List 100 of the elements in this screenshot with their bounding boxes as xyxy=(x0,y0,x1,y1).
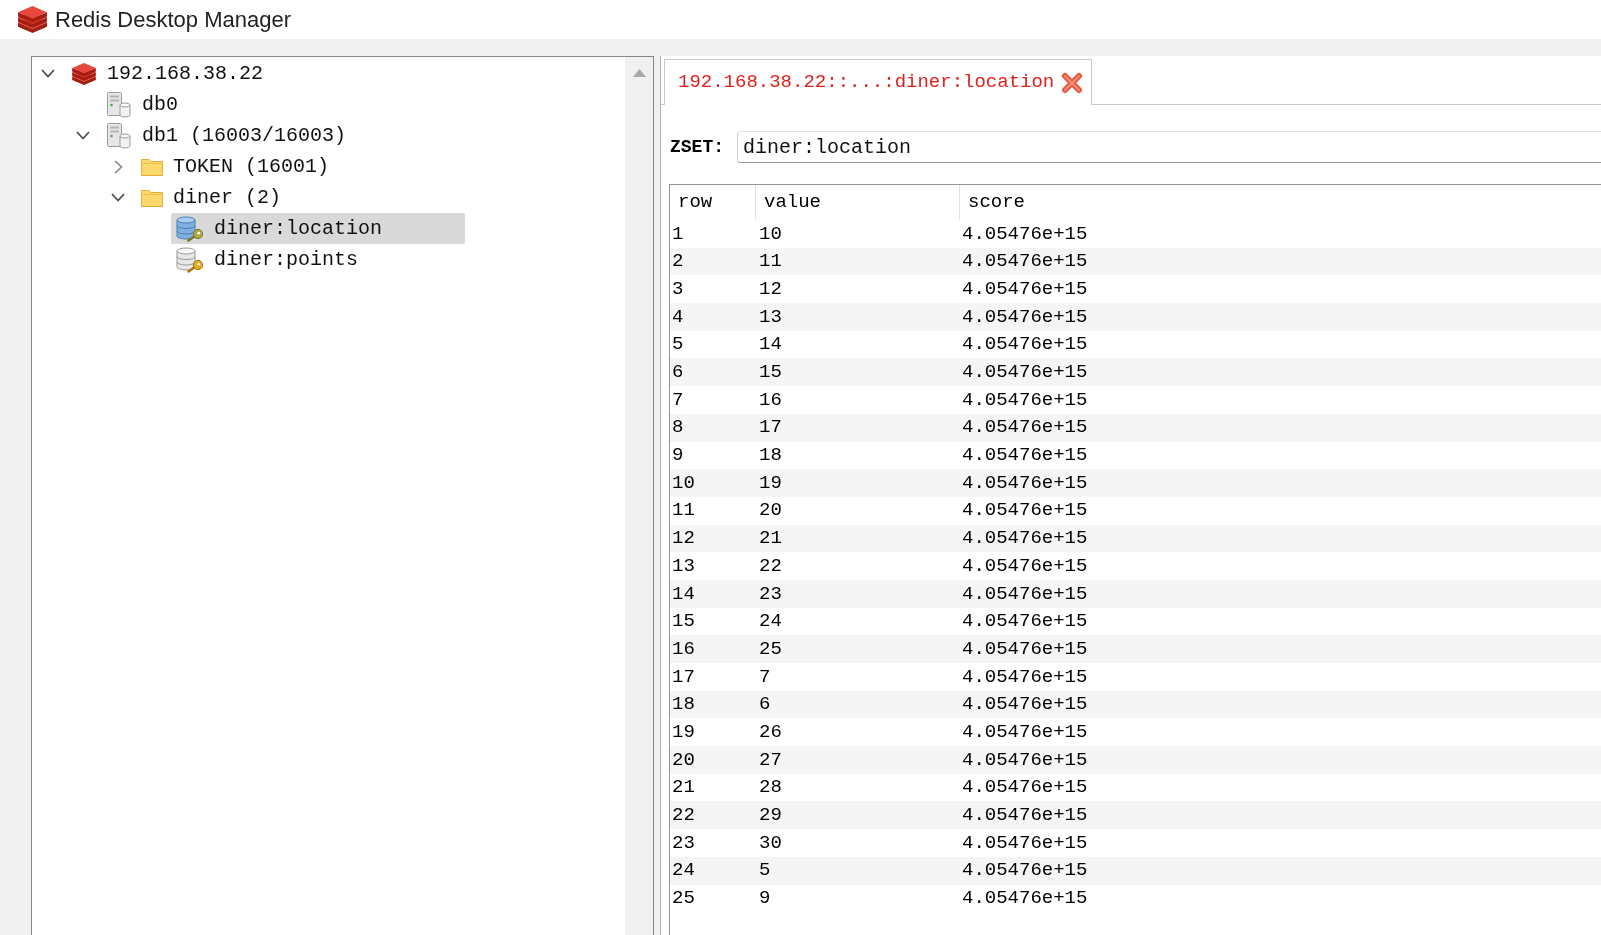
table-cell-text: 4.05476e+15 xyxy=(961,830,1089,856)
table-cell-text: 6 xyxy=(671,360,685,386)
table-cell-text: 4 xyxy=(671,304,685,330)
close-icon[interactable] xyxy=(1061,71,1084,94)
table-cell-text: 11 xyxy=(758,249,783,275)
database-key-icon xyxy=(176,246,204,273)
database-key-icon xyxy=(176,215,204,242)
table-cell-text: 16 xyxy=(758,387,783,413)
table-cell-text: 14 xyxy=(671,581,696,607)
table-cell-text: 16 xyxy=(671,636,696,662)
key-type-label: ZSET: xyxy=(670,135,724,159)
table-cell-text: 4.05476e+15 xyxy=(961,636,1089,662)
table-cell-text: 2 xyxy=(671,249,685,275)
table-cell-text: 4.05476e+15 xyxy=(961,360,1089,386)
vertical-scrollbar[interactable] xyxy=(625,57,653,935)
table-cell-text: 21 xyxy=(671,775,696,801)
table-cell-text: 23 xyxy=(671,830,696,856)
table-cell-text: 4.05476e+15 xyxy=(961,858,1089,884)
table-cell-text: 25 xyxy=(758,636,783,662)
scroll-up-icon[interactable] xyxy=(632,69,646,77)
table-cell-text: 17 xyxy=(758,415,783,441)
tree-item[interactable]: diner (2) xyxy=(136,182,465,213)
table-cell-text: 19 xyxy=(671,719,696,745)
table-cell-text: 28 xyxy=(758,775,783,801)
table-cell-text: 4.05476e+15 xyxy=(961,886,1089,912)
key-name-field[interactable]: diner:location xyxy=(737,131,1601,163)
server-icon xyxy=(106,91,132,118)
table-cell-text: 4.05476e+15 xyxy=(961,304,1089,330)
table-cell-text: 3 xyxy=(671,276,685,302)
table-cell-text: 13 xyxy=(758,304,783,330)
table-cell-text: 21 xyxy=(758,526,783,552)
table-cell-text: 30 xyxy=(758,830,783,856)
table-cell-text: 20 xyxy=(671,747,696,773)
cube-stack-icon xyxy=(71,62,97,85)
column-header: score xyxy=(967,190,1026,216)
table-cell-text: 19 xyxy=(758,470,783,496)
tab[interactable]: 192.168.38.22::...:diner:location xyxy=(664,59,1093,105)
folder-icon xyxy=(141,188,163,207)
table-cell-text: 4.05476e+15 xyxy=(961,387,1089,413)
table-cell-text: 29 xyxy=(758,803,783,829)
table-cell-text: 9 xyxy=(671,443,685,469)
table-cell-text: 18 xyxy=(758,443,783,469)
table-cell-text: 11 xyxy=(671,498,696,524)
table-cell-text: 5 xyxy=(758,858,772,884)
table-cell-text: 8 xyxy=(671,415,685,441)
table-cell-text: 12 xyxy=(671,526,696,552)
chevron-down-icon[interactable] xyxy=(76,131,90,140)
folder-icon xyxy=(141,157,163,176)
table-cell-text: 18 xyxy=(671,692,696,718)
table-cell-text: 17 xyxy=(671,664,696,690)
table-cell-text: 4.05476e+15 xyxy=(961,609,1089,635)
table-cell-text: 14 xyxy=(758,332,783,358)
table-cell-text: 12 xyxy=(758,276,783,302)
table-cell-text: 26 xyxy=(758,719,783,745)
window-title: Redis Desktop Manager xyxy=(55,6,291,34)
chevron-right-icon[interactable] xyxy=(113,159,123,174)
table-cell-text: 4.05476e+15 xyxy=(961,221,1089,247)
table-cell-text: 4.05476e+15 xyxy=(961,664,1089,690)
table-cell-text: 24 xyxy=(758,609,783,635)
tree-item[interactable]: TOKEN (16001) xyxy=(136,151,465,182)
table-cell-text: 4.05476e+15 xyxy=(961,443,1089,469)
cube-stack-icon xyxy=(18,6,47,33)
table-cell-text: 4.05476e+15 xyxy=(961,470,1089,496)
table-cell-text: 10 xyxy=(758,221,783,247)
tree-item[interactable]: db1 (16003/16003) xyxy=(101,120,465,151)
table-cell-text: 4.05476e+15 xyxy=(961,719,1089,745)
table-cell-text: 4.05476e+15 xyxy=(961,276,1089,302)
table-cell-text: 27 xyxy=(758,747,783,773)
tree-item[interactable]: diner:location xyxy=(171,213,465,244)
table-cell-text: 23 xyxy=(758,581,783,607)
table-cell-text: 4.05476e+15 xyxy=(961,526,1089,552)
table-cell-text: 4.05476e+15 xyxy=(961,803,1089,829)
chevron-down-icon[interactable] xyxy=(41,69,55,78)
table-cell-text: 22 xyxy=(758,553,783,579)
server-icon xyxy=(106,122,132,149)
table-cell-text: 4.05476e+15 xyxy=(961,415,1089,441)
table-cell-text: 6 xyxy=(758,692,772,718)
table-cell-text: 22 xyxy=(671,803,696,829)
chevron-down-icon[interactable] xyxy=(111,193,125,202)
table-cell-text: 7 xyxy=(671,387,685,413)
table-cell-text: 13 xyxy=(671,553,696,579)
table-cell-text: 4.05476e+15 xyxy=(961,692,1089,718)
table-cell-text: 20 xyxy=(758,498,783,524)
table-cell-text: 10 xyxy=(671,470,696,496)
table-cell-text: 4.05476e+15 xyxy=(961,747,1089,773)
table-cell-text: 5 xyxy=(671,332,685,358)
table-cell-text: 4.05476e+15 xyxy=(961,581,1089,607)
tree-item[interactable]: diner:points xyxy=(171,244,465,275)
tree-item[interactable]: db0 xyxy=(101,89,465,120)
table-cell-text: 15 xyxy=(758,360,783,386)
table-cell-text: 4.05476e+15 xyxy=(961,249,1089,275)
table-cell-text: 7 xyxy=(758,664,772,690)
tree-item[interactable]: 192.168.38.22 xyxy=(66,58,465,89)
table-cell-text: 25 xyxy=(671,886,696,912)
table-cell-text: 4.05476e+15 xyxy=(961,553,1089,579)
table-cell-text: 9 xyxy=(758,886,772,912)
table-cell-text: 4.05476e+15 xyxy=(961,775,1089,801)
table-cell-text: 4.05476e+15 xyxy=(961,498,1089,524)
table-cell-text: 24 xyxy=(671,858,696,884)
table-cell-text: 15 xyxy=(671,609,696,635)
